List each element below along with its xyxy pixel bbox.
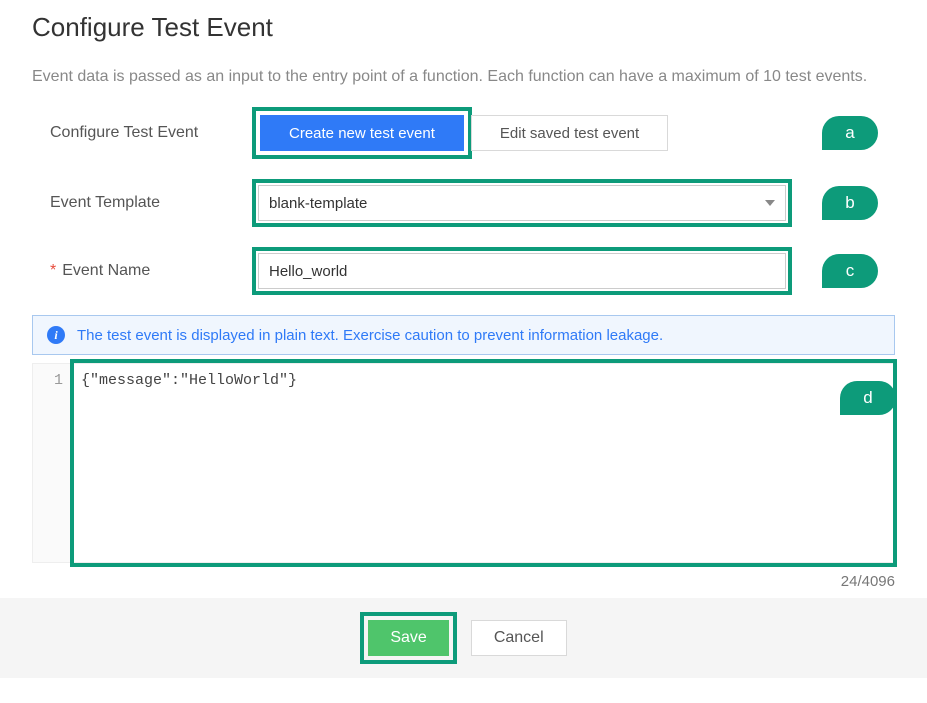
footer-bar: Save Cancel	[0, 598, 927, 678]
create-new-test-event-button[interactable]: Create new test event	[260, 115, 464, 151]
edit-saved-test-event-button[interactable]: Edit saved test event	[471, 115, 668, 151]
row-name: * Event Name c	[32, 247, 895, 295]
highlight-create-toggle: Create new test event	[252, 107, 472, 159]
highlight-save: Save	[360, 612, 456, 664]
row-template: Event Template blank-template b	[32, 179, 895, 227]
callout-b: b	[822, 186, 878, 220]
code-editor[interactable]: 1 {"message":"HelloWorld"}	[32, 363, 895, 563]
callout-c-label: c	[822, 254, 878, 288]
editor-gutter: 1	[33, 364, 71, 562]
event-template-select[interactable]: blank-template	[258, 185, 786, 221]
page-title: Configure Test Event	[32, 12, 895, 43]
editor-content[interactable]: {"message":"HelloWorld"}	[71, 364, 894, 562]
chevron-down-icon	[765, 200, 775, 206]
description-text: Event data is passed as an input to the …	[32, 65, 895, 89]
label-name: * Event Name	[32, 262, 252, 280]
info-banner: i The test event is displayed in plain t…	[32, 315, 895, 355]
callout-a: a	[822, 116, 878, 150]
required-asterisk: *	[50, 262, 56, 280]
info-text: The test event is displayed in plain tex…	[77, 327, 663, 344]
row-configure: Configure Test Event Create new test eve…	[32, 107, 895, 159]
event-name-input[interactable]	[258, 253, 786, 289]
save-button[interactable]: Save	[368, 620, 448, 656]
callout-a-label: a	[822, 116, 878, 150]
cancel-button[interactable]: Cancel	[471, 620, 567, 656]
label-template: Event Template	[32, 194, 252, 212]
event-template-value: blank-template	[269, 195, 367, 212]
callout-d: d	[840, 381, 896, 415]
char-count: 24/4096	[32, 573, 895, 590]
label-configure: Configure Test Event	[32, 124, 252, 142]
callout-d-label: d	[840, 381, 896, 415]
label-name-text: Event Name	[62, 262, 150, 280]
callout-b-label: b	[822, 186, 878, 220]
callout-c: c	[822, 254, 878, 288]
info-icon: i	[47, 326, 65, 344]
